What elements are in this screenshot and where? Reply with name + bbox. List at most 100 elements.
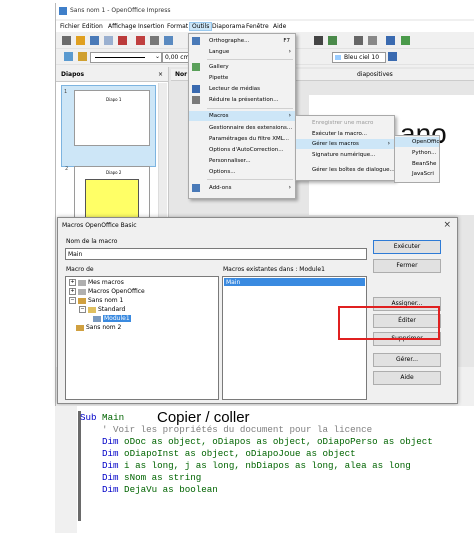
shadow-icon[interactable] (388, 52, 397, 61)
macros-submenu: Enregistrer une macro Exécuter la macro.… (295, 115, 395, 181)
extension-icon[interactable] (401, 36, 410, 45)
menu-item-orthographe[interactable]: Orthographe... F7 (189, 36, 295, 46)
code-comment: ' Voir les propriétés du document pour l… (102, 424, 373, 435)
help-button[interactable]: Aide (373, 371, 441, 385)
menu-item-label: Gallery (209, 64, 229, 70)
code-keyword: Dim (102, 472, 119, 483)
chevron-right-icon: › (288, 112, 291, 119)
menu-aide[interactable]: Aide (273, 23, 286, 30)
expand-icon[interactable]: + (69, 279, 76, 286)
library-tree[interactable]: + Mes macros + Macros OpenOffice − Sans nom… (65, 276, 219, 400)
spellcheck-icon[interactable] (164, 36, 173, 45)
new-icon[interactable] (62, 36, 71, 45)
menu-item-gerer-macros[interactable]: Gérer les macros › (296, 139, 394, 149)
menu-item-addons[interactable]: Add-ons › (189, 183, 295, 193)
menu-affichage[interactable]: Affichage (108, 23, 136, 30)
menu-outils[interactable]: Outils (189, 22, 213, 31)
tab-normal[interactable]: Nor (175, 71, 187, 78)
menu-item-langue[interactable]: Langue › (189, 47, 295, 57)
print-icon[interactable] (150, 36, 159, 45)
menu-item-boites-dialogue[interactable]: Gérer les boîtes de dialogue... (296, 165, 395, 175)
chart-icon[interactable] (314, 36, 323, 45)
menu-item-javascript[interactable]: JavaScri (395, 169, 439, 179)
pdf-icon[interactable] (136, 36, 145, 45)
tree-item-module1[interactable]: Module1 (93, 315, 131, 322)
menu-item-macros[interactable]: Macros › (189, 111, 295, 121)
menu-format[interactable]: Format (167, 23, 188, 30)
menu-item-pipette[interactable]: Pipette (189, 73, 295, 83)
tree-item-standard[interactable]: − Standard (79, 306, 125, 313)
menu-item-personnaliser[interactable]: Personnaliser... (189, 156, 295, 166)
help-icon[interactable] (386, 36, 395, 45)
menu-item-executer-macro[interactable]: Exécuter la macro... (296, 129, 394, 139)
menu-item-extensions[interactable]: Gestionnaire des extensions... (189, 123, 295, 133)
menu-insertion[interactable]: Insertion (138, 23, 164, 30)
code-line: Dim oDiapoInst as object, oDiapoJoue as … (102, 448, 356, 459)
zoom-icon[interactable] (354, 36, 363, 45)
tree-item-label: Module1 (103, 315, 131, 322)
tree-item-sans-nom-1[interactable]: − Sans nom 1 (69, 297, 123, 304)
menu-item-filtre-xml[interactable]: Paramétrages du filtre XML... (189, 134, 295, 144)
tab-slides[interactable]: diapositives (357, 71, 393, 78)
code-line: Dim DejaVu as boolean (102, 484, 218, 495)
menu-item-label: Gérer les boîtes de dialogue... (312, 167, 395, 173)
code-keyword: Sub (80, 412, 97, 423)
navigator-icon[interactable] (328, 36, 337, 45)
menu-item-autocorrection[interactable]: Options d'AutoCorrection... (189, 145, 295, 155)
folder-icon (78, 288, 86, 295)
menu-fichier[interactable]: Fichier (60, 23, 80, 30)
menu-diaporama[interactable]: Diaporama (212, 23, 245, 30)
menu-item-reduire[interactable]: Réduire la présentation... (189, 95, 295, 105)
panel-scrollbar[interactable] (158, 83, 167, 233)
macro-name-input[interactable]: Main (65, 248, 367, 260)
menu-item-label: Gestionnaire des extensions... (209, 125, 293, 131)
save-icon[interactable] (90, 36, 99, 45)
email-icon[interactable] (104, 36, 113, 45)
code-keyword: Dim (102, 460, 119, 471)
line-icon[interactable] (78, 52, 87, 61)
library-icon (88, 306, 96, 313)
collapse-icon[interactable]: − (69, 297, 76, 304)
code-keyword: Dim (102, 436, 119, 447)
slide-1-thumbnail[interactable]: Diapo 1 (74, 90, 150, 146)
menu-item-label: Signature numérique... (312, 152, 376, 158)
line-style-select[interactable]: ⌄ (90, 52, 162, 63)
code-text: Main (96, 412, 125, 423)
close-button[interactable]: Fermer (373, 259, 441, 273)
menu-item-signature[interactable]: Signature numérique... (296, 150, 394, 160)
tree-item-sans-nom-2[interactable]: Sans nom 2 (69, 324, 121, 331)
menu-fenetre[interactable]: Fenêtre (246, 23, 269, 30)
tree-item-macros-openoffice[interactable]: + Macros OpenOffice (69, 288, 145, 295)
tree-item-label: Sans nom 2 (86, 324, 122, 331)
close-icon[interactable]: × (158, 71, 163, 78)
open-icon[interactable] (76, 36, 85, 45)
menu-item-lecteur-medias[interactable]: Lecteur de médias (189, 84, 295, 94)
manage-button[interactable]: Gérer... (373, 353, 441, 367)
slide-2-thumbnail[interactable]: Diapo 2 (74, 166, 150, 222)
slide-2-title: Diapo 2 (106, 170, 122, 175)
collapse-icon[interactable]: − (79, 306, 86, 313)
menu-separator (207, 108, 293, 109)
menu-edition[interactable]: Edition (82, 23, 103, 30)
menu-item-label: Lecteur de médias (209, 86, 261, 92)
draw-icon[interactable] (368, 36, 377, 45)
menu-item-python[interactable]: Python... (395, 148, 439, 158)
menu-item-label: Python... (412, 150, 437, 156)
list-item-selected[interactable]: Main (224, 278, 365, 286)
expand-icon[interactable]: + (69, 288, 76, 295)
close-icon[interactable]: × (443, 220, 451, 230)
folder-icon (78, 279, 86, 286)
area-style-icon[interactable] (64, 52, 73, 61)
editor-gutter (55, 406, 77, 533)
breakpoint-bar (78, 411, 81, 521)
edit-file-icon[interactable] (118, 36, 127, 45)
fill-color-select[interactable]: Bleu ciel 10 (332, 52, 386, 63)
code-line: Dim oDoc as object, oDiapos as object, o… (102, 436, 433, 447)
menu-item-openoffice-basic[interactable]: OpenOffice (395, 137, 443, 147)
menu-item-beanshell[interactable]: BeanShe (395, 159, 439, 169)
tree-item-mes-macros[interactable]: + Mes macros (69, 279, 124, 286)
menu-item-options[interactable]: Options... (189, 167, 295, 177)
menu-item-gallery[interactable]: Gallery (189, 62, 295, 72)
run-button[interactable]: Exécuter (373, 240, 441, 254)
chevron-down-icon: ⌄ (154, 53, 160, 60)
